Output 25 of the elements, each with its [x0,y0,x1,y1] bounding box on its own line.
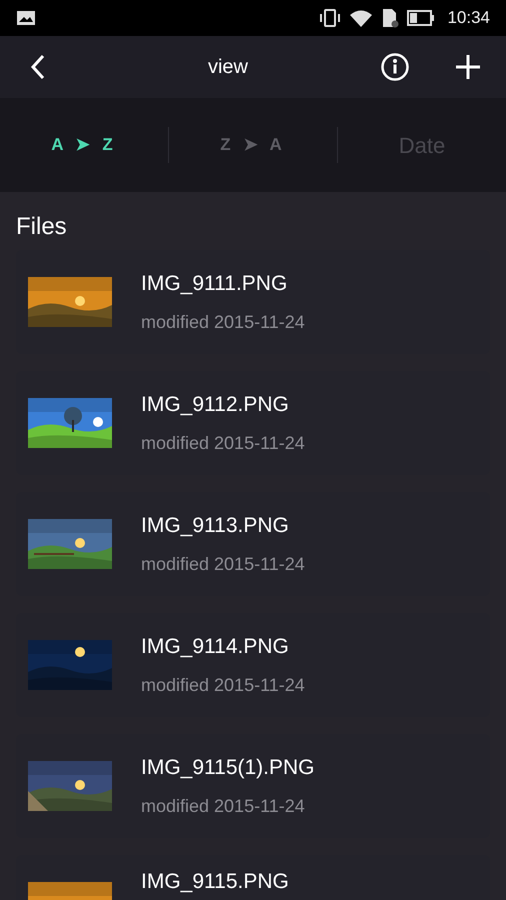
file-name: IMG_9115(1).PNG [141,755,315,781]
modified-date: modified 2015-11-24 [141,553,305,575]
image-icon [16,10,36,26]
add-button[interactable] [454,53,482,81]
wifi-icon [349,9,374,27]
back-icon [30,54,46,80]
vibrate-icon [319,9,342,27]
modified-date: modified 2015-11-24 [141,432,305,454]
plus-icon [454,53,482,81]
info-icon [380,52,410,82]
file-name: IMG_9114.PNG [141,634,290,660]
section-title: Files [16,212,68,242]
modified-date: modified 2015-11-24 [141,674,305,696]
sd-card-icon [381,8,400,28]
modified-date: modified 2015-11-24 [141,795,306,817]
clock: 10:34 [447,7,490,30]
file-name: IMG_9113.PNG [141,513,290,539]
file-name: IMG_9112.PNG [141,392,290,418]
info-button[interactable] [380,52,410,82]
battery-icon [407,10,436,26]
file-name: IMG_9111.PNG [141,271,288,297]
file-name: IMG_9115.PNG [141,869,289,895]
window-title: view [208,55,248,80]
modified-date: modified 2015-11-24 [141,311,305,333]
sort-tab[interactable]: A ➤ Z [0,132,168,158]
